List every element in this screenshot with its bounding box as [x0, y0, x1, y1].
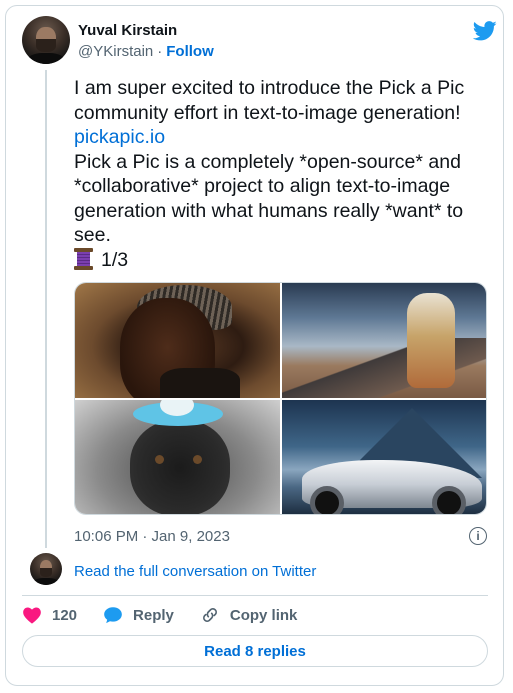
author-handle-row: @YKirstain · Follow — [78, 43, 214, 60]
reply-button[interactable]: Reply — [103, 606, 174, 624]
copy-link-button[interactable]: Copy link — [200, 605, 298, 625]
spool-of-thread-icon — [74, 247, 93, 270]
copy-link-label: Copy link — [229, 606, 298, 624]
action-bar: 120 Reply Copy link — [22, 603, 297, 627]
link-chain-icon — [202, 608, 217, 622]
image-portrait-woman[interactable] — [75, 283, 280, 398]
tweet-text-intro: I am super excited to introduce the Pick… — [74, 77, 465, 124]
heart-icon — [23, 607, 41, 624]
likes-count: 120 — [52, 606, 78, 624]
author-avatar[interactable] — [22, 16, 70, 64]
handle-separator: · — [157, 43, 163, 60]
speech-bubble-icon — [104, 607, 122, 624]
tweet-text-body: Pick a Pic is a completely *open-source*… — [74, 150, 464, 247]
read-replies-button[interactable]: Read 8 replies — [22, 635, 488, 667]
author-avatar-small[interactable] — [30, 553, 62, 585]
follow-button[interactable]: Follow — [166, 43, 214, 60]
like-button[interactable]: 120 — [22, 606, 77, 624]
thread-counter: 1/3 — [101, 248, 129, 271]
thread-line — [45, 70, 47, 548]
image-sports-car[interactable] — [282, 400, 486, 514]
author-name[interactable]: Yuval Kirstain — [78, 22, 177, 39]
twitter-bird-icon[interactable] — [473, 20, 497, 42]
media-grid — [74, 282, 487, 515]
reply-label: Reply — [133, 606, 174, 624]
tweet-timestamp[interactable]: 10:06 PM · Jan 9, 2023 — [74, 528, 230, 545]
pickapic-link[interactable]: pickapic.io — [74, 126, 165, 148]
image-astronaut-landscape[interactable] — [282, 283, 486, 398]
tweet-text: I am super excited to introduce the Pick… — [74, 76, 484, 272]
info-icon[interactable]: i — [469, 527, 487, 545]
divider — [22, 595, 488, 596]
read-conversation-link[interactable]: Read the full conversation on Twitter — [74, 563, 316, 580]
author-handle[interactable]: @YKirstain — [78, 43, 153, 60]
timestamp-row: 10:06 PM · Jan 9, 2023 i — [74, 527, 487, 545]
image-dog-with-hat[interactable] — [75, 400, 280, 514]
